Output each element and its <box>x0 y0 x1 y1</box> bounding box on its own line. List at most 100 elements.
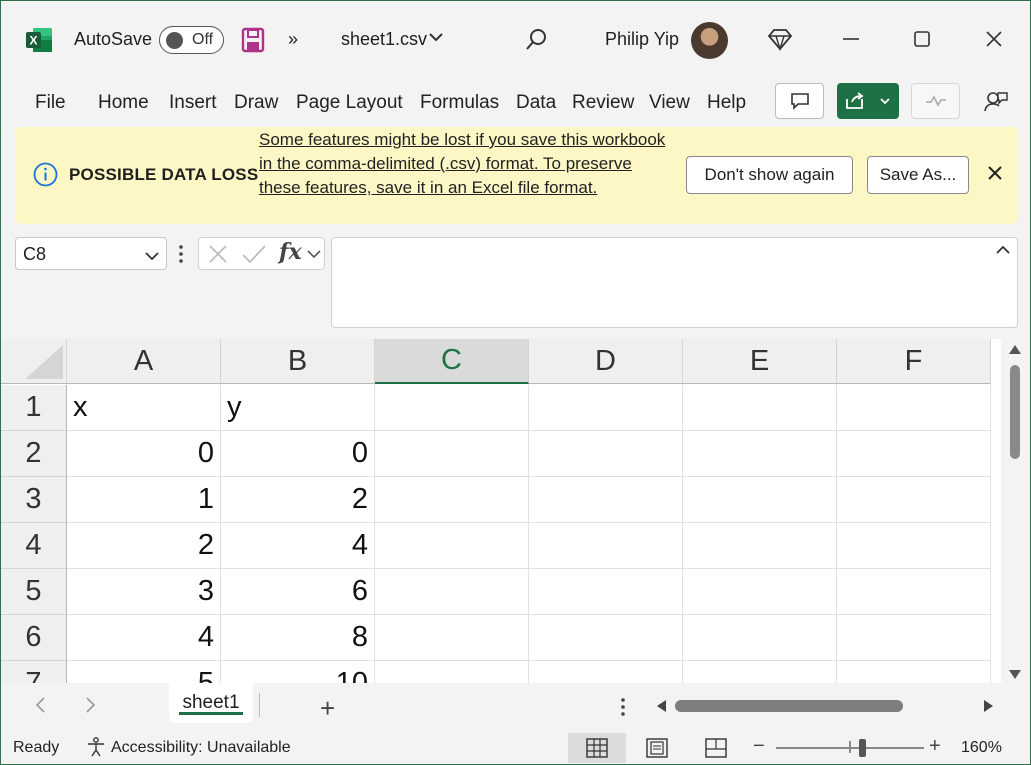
cell-a3[interactable]: 1 <box>67 477 221 523</box>
column-header-a[interactable]: A <box>67 339 221 384</box>
column-header-c[interactable]: C <box>375 339 529 384</box>
close-icon[interactable] <box>987 165 1003 186</box>
scroll-thumb[interactable] <box>675 700 903 712</box>
cell-d5[interactable] <box>529 569 683 615</box>
column-header-f[interactable]: F <box>837 339 991 384</box>
comments-button[interactable] <box>775 83 824 119</box>
row-header-5[interactable]: 5 <box>1 569 67 615</box>
cell-e1[interactable] <box>683 385 837 431</box>
cell-d6[interactable] <box>529 615 683 661</box>
file-name[interactable]: sheet1.csv <box>341 29 427 50</box>
cell-a6[interactable]: 4 <box>67 615 221 661</box>
chevron-left-icon[interactable] <box>34 696 48 719</box>
chevron-right-icon[interactable] <box>83 696 97 719</box>
chevron-down-icon[interactable] <box>428 31 444 43</box>
avatar[interactable] <box>691 22 728 59</box>
cell-d3[interactable] <box>529 477 683 523</box>
search-icon[interactable] <box>524 27 548 53</box>
column-header-b[interactable]: B <box>221 339 375 384</box>
row-header-2[interactable]: 2 <box>1 431 67 477</box>
page-layout-view-button[interactable] <box>628 733 686 763</box>
column-header-e[interactable]: E <box>683 339 837 384</box>
tab-formulas[interactable]: Formulas <box>420 92 499 114</box>
row-header-1[interactable]: 1 <box>1 385 67 431</box>
tab-data[interactable]: Data <box>516 92 556 114</box>
minimize-button[interactable] <box>839 25 863 53</box>
tab-review[interactable]: Review <box>572 92 634 114</box>
cell-b2[interactable]: 0 <box>221 431 375 477</box>
user-name[interactable]: Philip Yip <box>605 29 679 50</box>
more-options-icon[interactable] <box>620 697 626 722</box>
cell-e7[interactable] <box>683 661 837 683</box>
cell-d1[interactable] <box>529 385 683 431</box>
row-header-3[interactable]: 3 <box>1 477 67 523</box>
save-as-button[interactable]: Save As... <box>867 156 969 194</box>
cell-c5[interactable] <box>375 569 529 615</box>
cell-a7[interactable]: 5 <box>67 661 221 683</box>
cell-f5[interactable] <box>837 569 991 615</box>
tab-view[interactable]: View <box>649 92 690 114</box>
cell-d2[interactable] <box>529 431 683 477</box>
cell-e5[interactable] <box>683 569 837 615</box>
cell-b6[interactable]: 8 <box>221 615 375 661</box>
insert-function-icon[interactable]: fx <box>279 239 302 265</box>
tab-home[interactable]: Home <box>98 92 149 114</box>
scroll-thumb[interactable] <box>1010 365 1020 459</box>
diamond-icon[interactable] <box>767 26 793 52</box>
cell-a4[interactable]: 2 <box>67 523 221 569</box>
chevron-up-icon[interactable] <box>995 243 1024 261</box>
cell-f4[interactable] <box>837 523 991 569</box>
cell-b3[interactable]: 2 <box>221 477 375 523</box>
cell-c7[interactable] <box>375 661 529 683</box>
add-sheet-button[interactable]: + <box>320 693 335 724</box>
cell-e3[interactable] <box>683 477 837 523</box>
cell-b5[interactable]: 6 <box>221 569 375 615</box>
tab-insert[interactable]: Insert <box>169 92 217 114</box>
cancel-icon[interactable] <box>207 243 229 270</box>
chevron-down-icon[interactable] <box>144 246 160 267</box>
tab-help[interactable]: Help <box>707 92 746 114</box>
scroll-down-icon[interactable] <box>1009 670 1021 679</box>
more-options-icon[interactable] <box>178 244 184 269</box>
more-commands-icon[interactable]: » <box>288 29 298 50</box>
scroll-left-icon[interactable] <box>657 700 666 712</box>
close-window-button[interactable] <box>982 25 1006 53</box>
cell-e2[interactable] <box>683 431 837 477</box>
cell-e6[interactable] <box>683 615 837 661</box>
cell-b7[interactable]: 10 <box>221 661 375 683</box>
cell-f3[interactable] <box>837 477 991 523</box>
zoom-in-button[interactable]: + <box>929 735 941 758</box>
select-all-button[interactable] <box>1 339 67 384</box>
row-header-6[interactable]: 6 <box>1 615 67 661</box>
tab-page-layout[interactable]: Page Layout <box>296 92 403 114</box>
chevron-down-icon[interactable] <box>307 246 321 264</box>
maximize-button[interactable] <box>910 25 934 53</box>
cell-f1[interactable] <box>837 385 991 431</box>
save-icon[interactable] <box>241 27 265 53</box>
dont-show-again-button[interactable]: Don't show again <box>686 156 853 194</box>
accessibility-icon[interactable] <box>85 736 107 763</box>
page-break-view-button[interactable] <box>687 733 745 763</box>
cell-f6[interactable] <box>837 615 991 661</box>
share-button[interactable] <box>837 83 899 119</box>
row-header-4[interactable]: 4 <box>1 523 67 569</box>
accessibility-status[interactable]: Accessibility: Unavailable <box>111 739 291 757</box>
tab-file[interactable]: File <box>35 92 66 114</box>
enter-icon[interactable] <box>241 243 267 270</box>
zoom-slider-thumb[interactable] <box>859 739 866 757</box>
formula-input[interactable] <box>331 237 1018 328</box>
cell-e4[interactable] <box>683 523 837 569</box>
cell-c4[interactable] <box>375 523 529 569</box>
zoom-out-button[interactable]: − <box>753 735 765 758</box>
cell-a5[interactable]: 3 <box>67 569 221 615</box>
vertical-scrollbar[interactable] <box>1003 339 1027 683</box>
name-box[interactable]: C8 <box>15 237 167 270</box>
normal-view-button[interactable] <box>568 733 626 763</box>
cell-a2[interactable]: 0 <box>67 431 221 477</box>
horizontal-scrollbar[interactable] <box>649 695 1001 717</box>
cell-c6[interactable] <box>375 615 529 661</box>
message-link[interactable]: Some features might be lost if you save … <box>259 128 677 200</box>
cell-d4[interactable] <box>529 523 683 569</box>
autosave-toggle[interactable]: Off <box>159 26 224 54</box>
scroll-right-icon[interactable] <box>984 700 993 712</box>
